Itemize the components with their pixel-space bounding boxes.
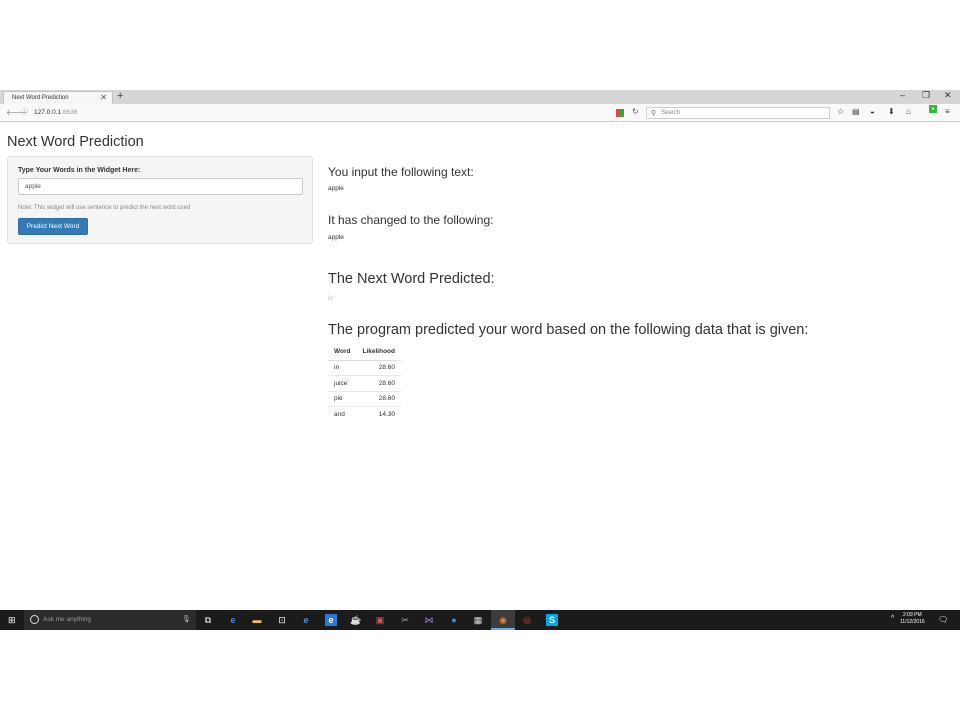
word-cell: juice [328, 375, 357, 391]
download-icon[interactable]: ⬇ [888, 107, 895, 116]
minimize-icon[interactable]: – [900, 90, 905, 100]
task-view-icon[interactable]: ⧉ [202, 614, 214, 626]
notifications-icon[interactable]: 🗨 [938, 615, 948, 624]
likelihood-table: Word Likelihood in 28.60 juice 28.60 pie [328, 345, 401, 422]
predicted-word-output: in [328, 295, 334, 302]
url-bar[interactable]: 127.0.0.1:6636 [34, 109, 77, 116]
pocket-icon[interactable]: ◒ [870, 107, 875, 116]
help-note: Note: This widget will use sentence to p… [18, 205, 191, 211]
search-icon: ⚲ [651, 110, 657, 117]
column-header-word: Word [328, 345, 357, 361]
site-info-icon[interactable]: ⓘ [21, 107, 28, 117]
likelihood-cell: 14.30 [356, 406, 401, 422]
url-port: :6636 [61, 109, 78, 116]
cortana-placeholder: Ask me anything [43, 616, 92, 623]
predict-next-word-button[interactable]: Predict Next Word [18, 218, 88, 235]
bookmark-star-icon[interactable]: ☆ [837, 107, 844, 116]
extension-icon[interactable] [616, 109, 624, 117]
close-window-icon[interactable]: ✕ [944, 90, 952, 101]
taskbar: ⊞ Ask me anything 🎙 ⧉ e ▬ ⊡ e e ☕ ▣ ✂ ⋈ … [0, 610, 960, 630]
tools-app-icon[interactable]: ✂ [399, 614, 411, 626]
table-row: juice 28.60 [328, 375, 401, 391]
internet-explorer-icon[interactable]: e [300, 614, 312, 626]
system-clock[interactable]: 2:09 PM 11/12/2016 [900, 612, 925, 626]
data-heading: The program predicted your word based on… [328, 322, 809, 338]
url-host: 127.0.0.1 [34, 109, 62, 116]
tab-title: Next Word Prediction [12, 95, 69, 101]
likelihood-cell: 28.60 [356, 375, 401, 391]
new-tab-button[interactable]: + [117, 90, 123, 102]
word-cell: pie [328, 390, 357, 407]
visual-studio-icon[interactable]: ⋈ [423, 614, 435, 626]
browser-tab[interactable]: Next Word Prediction ✕ [3, 91, 113, 104]
ie-alt-icon[interactable]: e [325, 614, 337, 626]
changed-heading: It has changed to the following: [328, 213, 494, 227]
sidebar-panel: Type Your Words in the Widget Here: Note… [7, 156, 313, 244]
input-label: Type Your Words in the Widget Here: [18, 167, 141, 174]
clock-time: 2:09 PM [903, 612, 922, 618]
input-text-output: apple [328, 185, 344, 192]
skype-icon[interactable]: S [546, 614, 558, 626]
page-title: Next Word Prediction [7, 134, 144, 150]
blue-app-icon[interactable]: ● [448, 614, 460, 626]
file-explorer-icon[interactable]: ▬ [251, 614, 263, 626]
browser-search-input[interactable]: ⚲ Search [646, 107, 830, 119]
table-row: and 14.30 [328, 406, 401, 422]
reload-icon[interactable]: ↻ [632, 107, 639, 116]
microphone-icon[interactable]: 🎙 [182, 615, 191, 623]
screen: Next Word Prediction ✕ + – ❐ ✕ 🡐 ⓘ 127.0… [0, 90, 960, 630]
nav-bar: 🡐 ⓘ 127.0.0.1:6636 ↻ ⚲ Search ☆ ▤ ◒ ⬇ ⌂ … [0, 104, 960, 122]
word-cell: in [328, 359, 357, 376]
java-icon[interactable]: ☕ [350, 614, 362, 626]
show-hidden-icons-chevron-icon[interactable]: ^ [891, 615, 894, 622]
restore-icon[interactable]: ❐ [922, 90, 930, 101]
word-cell: and [328, 406, 357, 422]
reading-list-icon[interactable]: ▤ [852, 107, 860, 116]
windows-start-icon[interactable]: ⊞ [8, 615, 16, 626]
clock-date: 11/12/2016 [900, 619, 925, 625]
home-icon[interactable]: ⌂ [906, 107, 911, 116]
tab-bar: Next Word Prediction ✕ + – ❐ ✕ [0, 90, 960, 104]
likelihood-cell: 28.60 [356, 359, 401, 376]
game-app-icon[interactable]: ▣ [374, 614, 386, 626]
table-row: in 28.60 [328, 359, 401, 376]
browser-search-placeholder: Search [661, 110, 681, 116]
words-input[interactable] [18, 178, 303, 195]
store-icon[interactable]: ⊡ [276, 614, 288, 626]
table-header-row: Word Likelihood [328, 345, 401, 361]
menu-hamburger-icon[interactable]: ≡ [945, 107, 950, 116]
grid-app-icon[interactable]: ▦ [472, 614, 484, 626]
cortana-search-box[interactable]: Ask me anything 🎙 [24, 610, 196, 630]
table-row: pie 28.60 [328, 390, 401, 407]
addon-badge-icon[interactable]: ● [929, 105, 937, 113]
tab-close-icon[interactable]: ✕ [100, 93, 107, 102]
column-header-likelihood: Likelihood [356, 345, 401, 361]
prediction-heading: The Next Word Predicted: [328, 271, 495, 287]
firefox-icon[interactable]: ◉ [497, 614, 509, 626]
likelihood-cell: 28.60 [356, 390, 401, 407]
changed-text-output: apple [328, 234, 344, 241]
input-heading: You input the following text: [328, 165, 474, 179]
cortana-icon [30, 615, 39, 624]
edge-browser-icon[interactable]: e [227, 614, 239, 626]
web-page: Next Word Prediction Type Your Words in … [0, 123, 960, 610]
chrome-icon[interactable]: ◎ [521, 614, 533, 626]
